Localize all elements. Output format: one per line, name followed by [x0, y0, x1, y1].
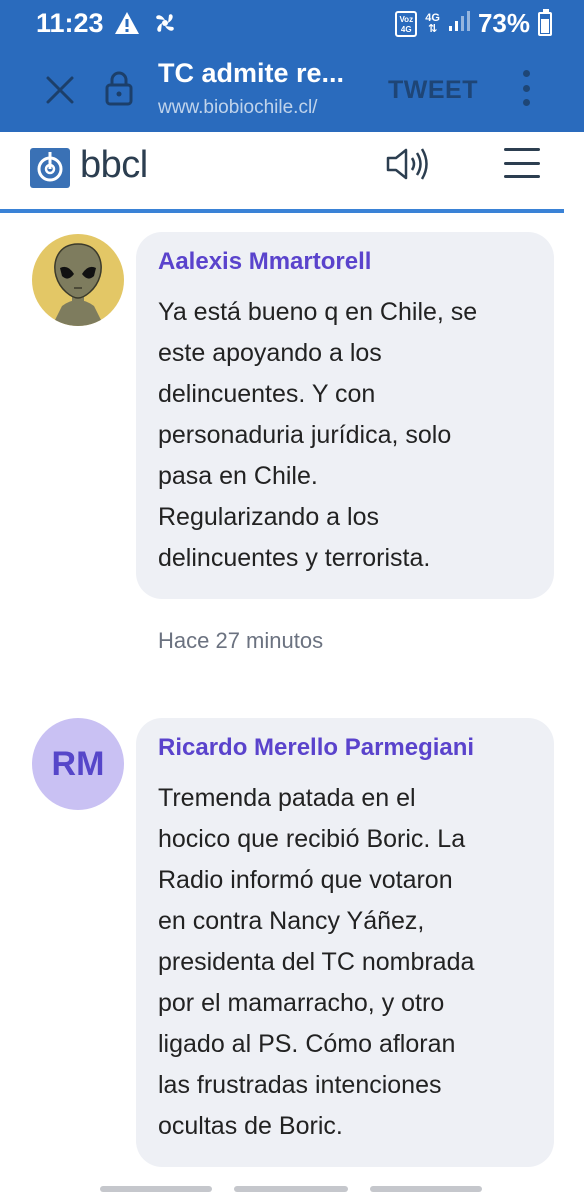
tweet-button[interactable]: TWEET	[388, 76, 478, 105]
comment-text: Tremenda patada en el hocico que recibió…	[158, 784, 475, 1140]
bbcl-logo-icon[interactable]	[30, 148, 70, 188]
custom-tab-bar: TC admite re... www.biobiochile.cl/ TWEE…	[0, 50, 584, 132]
battery-icon	[538, 8, 552, 36]
tab-title: TC admite re...	[158, 58, 345, 88]
status-right-icons: Voz 4G 4G ⇅ 73%	[395, 8, 552, 39]
comment-text: Ya está bueno q en Chile, se este apoyan…	[158, 298, 478, 572]
fan-icon	[152, 10, 178, 41]
comment-bubble: Ricardo Merello Parmegiani Tremenda pata…	[136, 718, 554, 1167]
nav-recent-button[interactable]	[100, 1186, 212, 1192]
comment-author[interactable]: Ricardo Merello Parmegiani	[158, 732, 534, 764]
initials-avatar[interactable]: RM	[32, 718, 124, 810]
comment-timestamp: Hace 27 minutos	[158, 628, 324, 653]
header-divider	[0, 209, 564, 213]
status-time: 11:23	[36, 8, 104, 38]
nav-home-button[interactable]	[234, 1186, 348, 1192]
status-bar: 11:23 Voz 4G 4G ⇅ 73%	[0, 0, 584, 50]
warning-icon	[114, 11, 140, 40]
speaker-icon[interactable]	[384, 144, 430, 184]
hamburger-menu-icon[interactable]	[504, 148, 540, 178]
tab-url: www.biobiochile.cl/	[158, 97, 318, 118]
more-vert-icon[interactable]	[516, 70, 536, 106]
system-nav-bar	[0, 1176, 584, 1200]
alien-avatar-icon[interactable]	[32, 234, 124, 326]
voz4g-icon: Voz 4G	[395, 10, 418, 37]
lock-icon[interactable]	[104, 70, 134, 106]
nav-back-button[interactable]	[370, 1186, 482, 1192]
close-icon[interactable]	[40, 70, 80, 110]
battery-percent: 73%	[477, 8, 530, 38]
site-logo-text[interactable]: bbcl	[80, 144, 148, 187]
signal-icon	[448, 10, 470, 37]
comment-bubble: Aalexis Mmartorell Ya está bueno q en Ch…	[136, 232, 554, 599]
network-type: 4G ⇅	[425, 11, 440, 35]
site-header: bbcl	[0, 132, 584, 210]
comment-author[interactable]: Aalexis Mmartorell	[158, 246, 534, 278]
data-arrows-icon: ⇅	[428, 22, 438, 35]
status-left-icons	[114, 10, 178, 41]
